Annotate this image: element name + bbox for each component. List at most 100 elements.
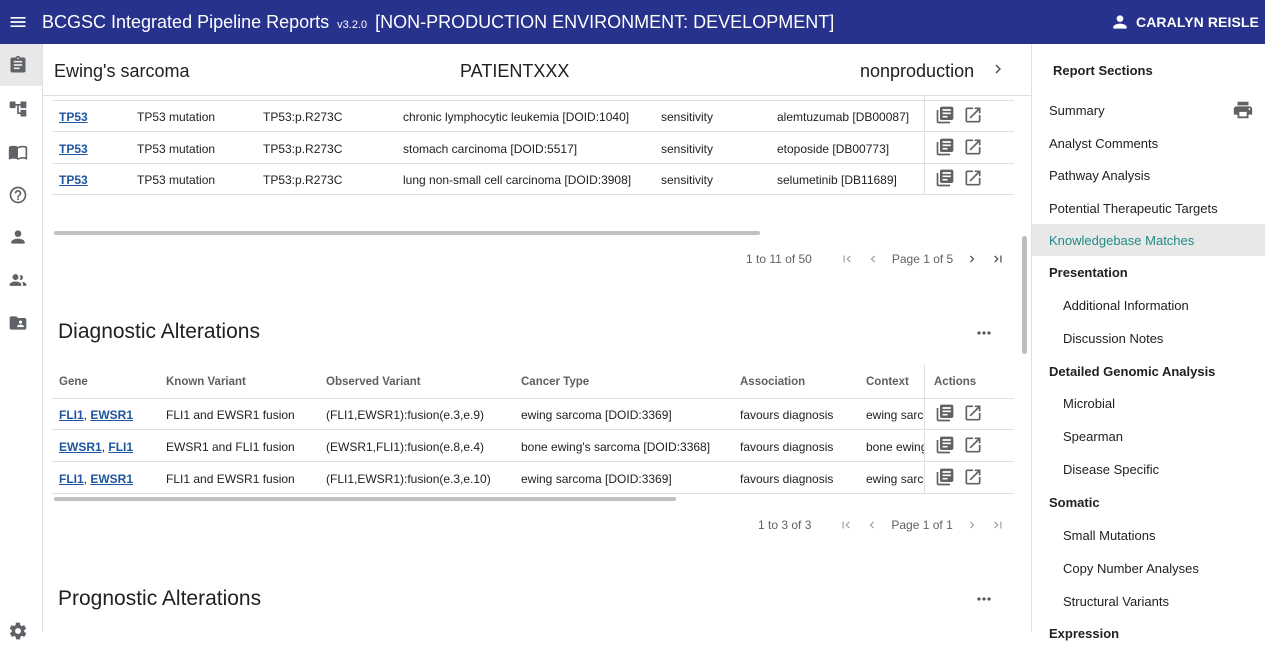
section-link[interactable]: Spearman — [1032, 420, 1265, 452]
section-link[interactable]: Pathway Analysis — [1032, 159, 1265, 191]
context-cell: etoposide [DB00773] — [777, 141, 890, 156]
more-horizontal-icon — [977, 331, 991, 335]
diagnostic-table-hscroll[interactable] — [54, 497, 676, 501]
observed-variant-cell: (EWSR1,FLI1):fusion(e.8,e.4) — [326, 439, 485, 454]
header-cancer-type[interactable]: Cancer Type — [521, 364, 589, 399]
section-link[interactable]: Disease Specific — [1032, 453, 1265, 485]
gene-link[interactable]: FLI1 — [59, 408, 84, 422]
more-horizontal-icon — [977, 597, 991, 601]
known-variant-cell: FLI1 and EWSR1 fusion — [166, 407, 295, 422]
view-details-button[interactable] — [935, 435, 955, 458]
next-page-button[interactable] — [962, 515, 982, 535]
menu-button[interactable] — [0, 0, 36, 44]
table-row[interactable]: TP53 TP53 mutation TP53:p.R273C chronic lym… — [52, 101, 1014, 132]
chevron-left-icon — [870, 521, 875, 529]
gene-cell[interactable]: TP53 — [59, 101, 88, 132]
observed-variant-cell: TP53:p.R273C — [263, 141, 343, 156]
pager-range: 1 to 11 of 50 — [746, 252, 812, 266]
table-row[interactable]: TP53 TP53 mutation TP53:p.R273C lung non-sm… — [52, 164, 1014, 195]
header-association[interactable]: Association — [740, 364, 805, 399]
open-in-new-icon — [965, 437, 981, 453]
gene-separator: , — [83, 471, 91, 486]
gene-link[interactable]: FLI1 — [108, 440, 133, 454]
open-in-new-icon — [965, 170, 981, 186]
table-row[interactable]: FLI1, EWSR1 FLI1 and EWSR1 fusion (FLI1,EW… — [52, 463, 1014, 494]
open-in-new-icon — [965, 405, 981, 421]
section-link[interactable]: Discussion Notes — [1032, 322, 1265, 354]
section-link[interactable]: Small Mutations — [1032, 519, 1265, 551]
open-in-new-icon — [965, 469, 981, 485]
table-row[interactable]: FLI1, EWSR1 FLI1 and EWSR1 fusion (FLI1,EW… — [52, 399, 1014, 430]
section-link: Somatic — [1049, 494, 1100, 510]
first-page-button[interactable] — [837, 249, 857, 269]
header-observed-variant[interactable]: Observed Variant — [326, 364, 421, 399]
prev-page-button[interactable] — [862, 515, 882, 535]
section-link[interactable]: Analyst Comments — [1032, 127, 1265, 159]
gene-cell: EWSR1, FLI1 — [59, 431, 133, 462]
page-scrollbar[interactable] — [1022, 236, 1027, 354]
context-cell: bone ewing's sarcoma — [866, 439, 924, 454]
header-context[interactable]: Context — [866, 364, 909, 399]
section-link[interactable]: Copy Number Analyses — [1032, 552, 1265, 584]
user-menu-button[interactable]: CARALYN REISLE — [1110, 0, 1259, 44]
section-link[interactable]: Structural Variants — [1032, 585, 1265, 617]
nav-shared-button[interactable] — [7, 312, 29, 334]
table-row[interactable]: TP53 TP53 mutation TP53:p.R273C stomach car… — [52, 133, 1014, 164]
report-sections-title: Report Sections — [1053, 63, 1153, 78]
app-bar: BCGSC Integrated Pipeline Reports v3.2.0… — [0, 0, 1265, 44]
chevron-right-icon — [995, 64, 1001, 74]
section-link[interactable]: Knowledgebase Matches — [1032, 224, 1265, 256]
gene-cell[interactable]: TP53 — [59, 133, 88, 164]
nav-glossary-button[interactable] — [7, 141, 29, 163]
last-page-button[interactable] — [988, 249, 1008, 269]
open-external-button[interactable] — [963, 435, 983, 458]
gene-link[interactable]: EWSR1 — [90, 408, 133, 422]
open-external-button[interactable] — [963, 403, 983, 426]
therapeutic-table-hscroll[interactable] — [54, 231, 760, 235]
association-cell: sensitivity — [661, 141, 714, 156]
gene-link[interactable]: FLI1 — [59, 472, 84, 486]
cancer-type-cell: ewing sarcoma [DOID:3369] — [521, 407, 672, 422]
nav-settings-button[interactable] — [7, 620, 29, 642]
open-external-button[interactable] — [963, 467, 983, 490]
user-name: CARALYN REISLE — [1135, 14, 1259, 30]
view-details-button[interactable] — [935, 467, 955, 490]
nav-help-button[interactable] — [7, 184, 29, 206]
section-link[interactable]: Microbial — [1032, 387, 1265, 419]
section-link[interactable]: Potential Therapeutic Targets — [1032, 192, 1265, 224]
header-known-variant[interactable]: Known Variant — [166, 364, 246, 399]
view-details-button[interactable] — [935, 403, 955, 426]
open-external-button[interactable] — [963, 137, 983, 160]
view-details-button[interactable] — [935, 105, 955, 128]
gene-cell[interactable]: TP53 — [59, 164, 88, 195]
view-details-button[interactable] — [935, 168, 955, 191]
open-external-button[interactable] — [963, 105, 983, 128]
header-gene[interactable]: Gene — [59, 364, 88, 399]
cancer-type-cell: stomach carcinoma [DOID:5517] — [403, 141, 578, 156]
section-link[interactable]: Additional Information — [1032, 289, 1265, 321]
expand-patient-button[interactable] — [989, 60, 1007, 83]
prognostic-more-button[interactable] — [972, 587, 996, 611]
library-books-icon — [936, 468, 954, 486]
table-row[interactable]: EWSR1, FLI1 EWSR1 and FLI1 fusion (EWSR1,F… — [52, 431, 1014, 462]
gene-link[interactable]: EWSR1 — [59, 440, 102, 454]
diagnostic-more-button[interactable] — [972, 321, 996, 345]
prev-page-button[interactable] — [863, 249, 883, 269]
pager-page: Page 1 of 1 — [891, 518, 953, 532]
next-page-button[interactable] — [962, 249, 982, 269]
nav-graph-button[interactable] — [7, 98, 29, 120]
header-actions: Actions — [924, 364, 1014, 399]
last-page-button[interactable] — [988, 515, 1008, 535]
diagnostic-table: Gene Known Variant Observed Variant Canc… — [52, 364, 1014, 494]
first-page-button[interactable] — [836, 515, 856, 535]
row-actions — [924, 133, 1014, 164]
nav-reports-button[interactable] — [7, 54, 29, 76]
nav-user-button[interactable] — [7, 226, 29, 248]
section-link: Presentation — [1049, 264, 1128, 280]
gene-link[interactable]: EWSR1 — [90, 472, 133, 486]
nav-groups-button[interactable] — [7, 269, 29, 291]
view-details-button[interactable] — [935, 137, 955, 160]
row-actions — [924, 431, 1014, 462]
section-link[interactable]: Summary — [1032, 94, 1265, 126]
open-external-button[interactable] — [963, 168, 983, 191]
